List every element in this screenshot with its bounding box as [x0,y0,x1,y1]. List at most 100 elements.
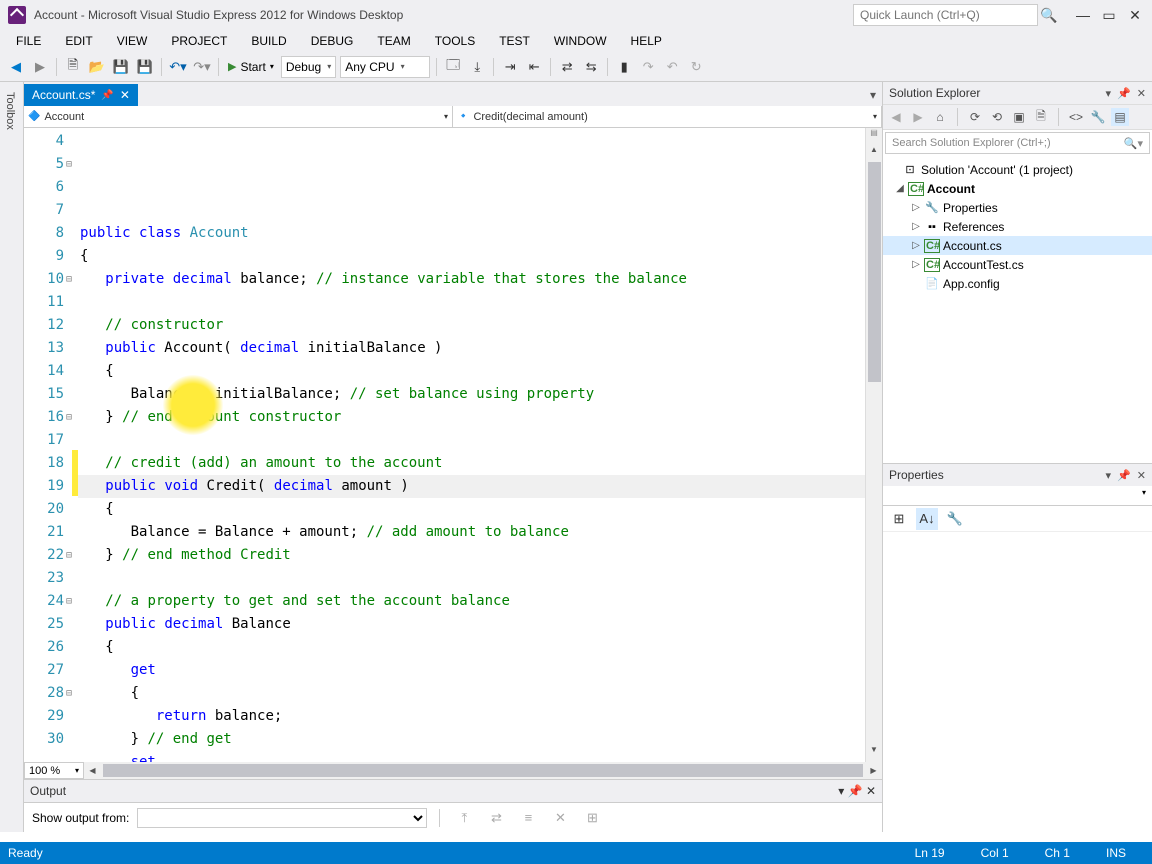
sol-pin-icon[interactable]: 📌 [1117,87,1131,100]
sol-showall-icon[interactable]: 🗎 [1032,108,1050,126]
tree-node-accounttest-cs[interactable]: ▷C# AccountTest.cs [883,255,1152,274]
new-project-icon[interactable]: 🗎 [62,56,84,78]
step-icon-4[interactable]: ↻ [685,56,707,78]
solution-tree[interactable]: ⊡ Solution 'Account' (1 project) ◢C# Acc… [883,156,1152,463]
menu-team[interactable]: TEAM [365,31,422,51]
sol-fwd-icon[interactable]: ▶ [909,108,927,126]
menu-file[interactable]: FILE [4,31,53,51]
tree-node-properties[interactable]: ▷🔧 Properties [883,198,1152,217]
project-node[interactable]: ◢C# Account [883,179,1152,198]
menu-test[interactable]: TEST [487,31,542,51]
menu-project[interactable]: PROJECT [159,31,239,51]
menu-tools[interactable]: TOOLS [423,31,487,51]
nav-back-button[interactable]: ◀ [5,56,27,78]
code-content[interactable]: public class Account{ private decimal ba… [78,128,865,762]
sol-code-icon[interactable]: <> [1067,108,1085,126]
document-tab-account[interactable]: Account.cs* 📌 ✕ [24,84,138,106]
prop-dropdown-icon[interactable]: ▾ [1106,469,1112,482]
tb-icon-outdent[interactable]: ⇤ [523,56,545,78]
doc-dropdown-icon[interactable]: ▾ [864,84,882,106]
output-btn-2[interactable]: ⇄ [485,807,507,829]
output-btn-4[interactable]: ✕ [549,807,571,829]
sol-sync-icon[interactable]: ⟲ [988,108,1006,126]
output-panel-header[interactable]: Output ▾ 📌 ✕ [24,780,882,802]
prop-alpha-icon[interactable]: A↓ [916,508,938,530]
menu-edit[interactable]: EDIT [53,31,104,51]
code-editor[interactable]: 45⊟678910⊟111213141516⊟171819202122⊟2324… [24,128,882,762]
status-ins: INS [1088,846,1144,860]
zoom-dropdown[interactable]: 100 %▾ [24,762,84,779]
sol-prop-icon[interactable]: 🔧 [1089,108,1107,126]
start-debug-button[interactable]: ▶Start ▾ [223,56,279,78]
tb-icon-comment[interactable]: ⇄ [556,56,578,78]
output-btn-3[interactable]: ≡ [517,807,539,829]
vs-logo-icon [8,6,26,24]
output-close-icon[interactable]: ✕ [866,784,876,798]
quick-launch-input[interactable] [853,4,1038,26]
class-nav-dropdown[interactable]: 🔷 Account ▾ [24,106,453,127]
tb-icon-1[interactable]: 🗔 [442,56,464,78]
properties-header[interactable]: Properties ▾📌✕ [883,464,1152,486]
sol-home-icon[interactable]: ⌂ [931,108,949,126]
output-dropdown-icon[interactable]: ▾ [838,784,844,798]
tree-node-account-cs[interactable]: ▷C# Account.cs [883,236,1152,255]
prop-categorized-icon[interactable]: ⊞ [888,508,910,530]
solution-node[interactable]: ⊡ Solution 'Account' (1 project) [883,160,1152,179]
prop-pin-icon[interactable]: 📌 [1117,469,1131,482]
pin-icon[interactable]: 📌 [101,90,113,101]
sol-close-icon[interactable]: ✕ [1137,87,1146,100]
sol-collapse-icon[interactable]: ▣ [1010,108,1028,126]
step-icon-3[interactable]: ↶ [661,56,683,78]
output-source-dropdown[interactable] [137,808,427,828]
sol-dropdown-icon[interactable]: ▾ [1106,87,1112,100]
split-icon[interactable]: ▤ [866,128,882,145]
properties-grid[interactable] [883,532,1152,832]
platform-dropdown[interactable]: Any CPU▾ [340,56,430,78]
sol-back-icon[interactable]: ◀ [887,108,905,126]
redo-button[interactable]: ↷▾ [191,56,213,78]
menu-build[interactable]: BUILD [239,31,298,51]
tb-icon-uncomment[interactable]: ⇆ [580,56,602,78]
search-icon[interactable]: 🔍 [1040,6,1058,24]
tree-node-references[interactable]: ▷▪▪ References [883,217,1152,236]
tb-icon-2[interactable]: ⤓ [466,56,488,78]
scroll-thumb[interactable] [868,162,881,382]
output-btn-5[interactable]: ⊞ [581,807,603,829]
solution-explorer-header[interactable]: Solution Explorer ▾📌✕ [883,82,1152,104]
menu-help[interactable]: HELP [619,31,674,51]
output-btn-1[interactable]: ⤒ [453,807,475,829]
minimize-button[interactable]: — [1070,4,1096,26]
sol-preview-icon[interactable]: ▤ [1111,108,1129,126]
toolbox-sidebar-tab[interactable]: Toolbox [0,82,24,832]
step-icon-1[interactable]: ▮ [613,56,635,78]
save-icon[interactable]: 💾 [110,56,132,78]
close-button[interactable]: ✕ [1122,4,1148,26]
menu-debug[interactable]: DEBUG [299,31,366,51]
scroll-down-icon[interactable]: ▼ [866,745,882,762]
member-nav-dropdown[interactable]: 🔹 Credit(decimal amount) ▾ [453,106,882,127]
close-tab-icon[interactable]: ✕ [120,88,130,102]
nav-fwd-button[interactable]: ▶ [29,56,51,78]
save-all-icon[interactable]: 💾 [134,56,156,78]
prop-close-icon[interactable]: ✕ [1137,469,1146,482]
open-icon[interactable]: 📂 [86,56,108,78]
tree-node-app-config[interactable]: 📄 App.config [883,274,1152,293]
hscroll-thumb[interactable] [103,764,863,777]
output-pin-icon[interactable]: 📌 [848,784,863,798]
menu-view[interactable]: VIEW [105,31,160,51]
solution-search-input[interactable]: Search Solution Explorer (Ctrl+;) 🔍▾ [885,132,1150,154]
properties-object-dropdown[interactable]: ▾ [883,486,1152,506]
search-icon: 🔍▾ [1124,137,1143,150]
vertical-scrollbar[interactable]: ▤ ▲ ▼ [865,128,882,762]
maximize-button[interactable]: ▭ [1096,4,1122,26]
scroll-up-icon[interactable]: ▲ [866,145,882,162]
scroll-right-icon[interactable]: ▶ [865,766,882,775]
menu-window[interactable]: WINDOW [542,31,619,51]
step-icon-2[interactable]: ↷ [637,56,659,78]
tb-icon-indent[interactable]: ⇥ [499,56,521,78]
scroll-left-icon[interactable]: ◀ [84,766,101,775]
config-dropdown[interactable]: Debug▾ [281,56,336,78]
undo-button[interactable]: ↶▾ [167,56,189,78]
prop-wrench-icon[interactable]: 🔧 [944,508,966,530]
sol-refresh-icon[interactable]: ⟳ [966,108,984,126]
